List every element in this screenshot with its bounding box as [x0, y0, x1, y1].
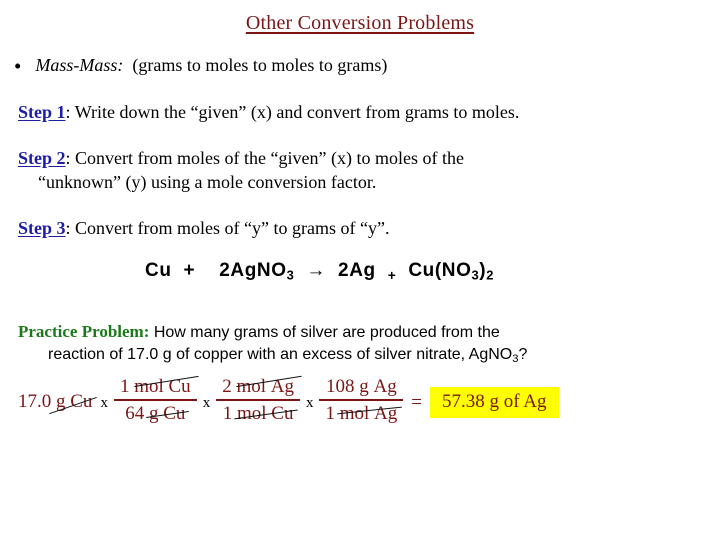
calc-f3-den-coeff: 1	[325, 402, 335, 424]
step-1-label: Step 1	[18, 102, 66, 122]
equation-reactant-silver-nitrate: AgNO	[230, 260, 287, 281]
calc-equals-sign: =	[411, 392, 422, 414]
calc-fraction-2-denominator: 1 mol Cu	[216, 401, 300, 424]
calc-f3-den-unit: mol	[339, 402, 370, 424]
calc-f2-num-cancelled: mol Ag	[236, 377, 294, 397]
calc-f3-num-species: Ag	[373, 376, 397, 397]
calc-given-unit-g: g	[56, 391, 66, 413]
calc-f2-den-coeff: 1	[222, 402, 233, 424]
bullet-item-mass-mass: • Mass-Mass: (grams to moles to moles to…	[14, 54, 704, 78]
calc-fraction-1: 1 mol Cu 64 g Cu	[113, 376, 197, 424]
calc-f2-den-unit: mol	[236, 402, 267, 424]
calc-fraction-3: 108 g Ag 1 mol Ag	[319, 376, 404, 424]
calc-f1-den-coeff: 64	[125, 402, 145, 424]
equation-product-copper-nitrate-subscript-2: 2	[486, 267, 494, 283]
calc-f1-num-species: Cu	[168, 376, 191, 397]
calc-f2-num-coeff: 2	[222, 376, 232, 397]
practice-problem-line2-text: reaction of 17.0 g of copper with an exc…	[48, 346, 513, 363]
step-1-block: Step 1: Write down the “given” (x) and c…	[18, 100, 704, 124]
calc-fraction-2: 2 mol Ag 1 mol Cu	[216, 377, 300, 424]
calc-given-value: 17.0	[18, 391, 52, 413]
practice-problem-label: Practice Problem	[18, 322, 144, 341]
calc-fraction-2-numerator: 2 mol Ag	[216, 377, 300, 401]
calc-f2-num-species: Ag	[270, 376, 294, 397]
equation-reactant-silver-nitrate-subscript: 3	[286, 267, 295, 283]
dimensional-analysis-calculation: 17.0 g Cu x 1 mol Cu 64 g Cu x 2 mol Ag …	[18, 377, 718, 424]
calc-fraction-3-numerator: 108 g Ag	[319, 376, 404, 401]
practice-problem-line1: How many grams of silver are produced fr…	[149, 324, 500, 341]
equation-product-silver-coefficient: 2	[338, 260, 350, 281]
calc-multiply-2: x	[202, 394, 211, 411]
bullet-emphasis-label: Mass-Mass:	[35, 55, 124, 75]
practice-problem-line2: reaction of 17.0 g of copper with an exc…	[18, 344, 708, 370]
bullet-item-text: Mass-Mass: (grams to moles to moles to g…	[35, 55, 387, 76]
calc-f1-num-coeff: 1	[119, 376, 130, 397]
calc-given-unit-species: Cu	[70, 391, 93, 413]
practice-problem-block: Practice Problem: How many grams of silv…	[18, 321, 708, 370]
equation-plus-2: +	[387, 268, 397, 284]
bullet-dot-icon: •	[14, 54, 22, 78]
calc-f3-den-species: Ag	[374, 402, 398, 424]
calc-f1-den-species: Cu	[163, 402, 186, 424]
equation-reactant-copper: Cu	[145, 260, 172, 281]
calc-f2-den-cancelled: mol Cu	[236, 402, 294, 424]
calc-f1-num-unit: mol	[134, 376, 164, 397]
calc-fraction-1-numerator: 1 mol Cu	[113, 376, 197, 401]
equation-arrow-icon: →	[306, 260, 327, 281]
calc-f1-num-cancelled: mol Cu	[134, 377, 191, 397]
step-2-text-line2: “unknown” (y) using a mole conversion fa…	[38, 172, 377, 192]
equation-reactant-silver-nitrate-coefficient: 2	[219, 260, 231, 281]
calc-fraction-3-denominator: 1 mol Ag	[319, 401, 403, 424]
calc-f3-num-unit: g	[359, 376, 369, 397]
calc-f1-den-cancelled: g Cu	[148, 402, 186, 424]
step-3-block: Step 3: Convert from moles of “y” to gra…	[18, 216, 704, 240]
practice-problem-line2-tail: ?	[518, 346, 528, 363]
equation-product-copper-nitrate-a: Cu(NO	[408, 260, 472, 281]
calc-answer-highlight: 57.38 g of Ag	[430, 386, 559, 418]
calc-f2-den-species: Cu	[271, 402, 294, 424]
calc-given-unit-cancelled: g Cu	[56, 391, 92, 413]
calc-f3-num-coeff: 108	[326, 376, 355, 397]
calc-fraction-1-denominator: 64 g Cu	[114, 401, 197, 424]
calc-f3-den-cancelled: mol Ag	[339, 402, 398, 424]
step-2-block: Step 2: Convert from moles of the “given…	[18, 146, 704, 194]
chemical-equation: Cu +2AgNO3 → 2Ag + Cu(NO3)2	[145, 260, 494, 283]
calc-given-term: 17.0 g Cu	[18, 391, 94, 413]
calc-multiply-1: x	[100, 394, 108, 411]
calc-f2-num-unit: mol	[236, 376, 266, 397]
step-1-text: Write down the “given” (x) and convert f…	[70, 102, 520, 122]
step-3-label: Step 3	[18, 218, 66, 238]
step-3-text: Convert from moles of “y” to grams of “y…	[70, 218, 390, 238]
calc-f1-den-unit: g	[148, 402, 159, 424]
page-title: Other Conversion Problems	[245, 12, 475, 34]
equation-product-silver: Ag	[349, 260, 376, 281]
step-2-label: Step 2	[18, 148, 66, 168]
step-2-text: Convert from moles of the “given” (x) to…	[70, 148, 464, 168]
bullet-body-text: (grams to moles to moles to grams)	[132, 55, 388, 75]
equation-plus-1: +	[183, 260, 196, 281]
calc-multiply-3: x	[305, 394, 314, 411]
